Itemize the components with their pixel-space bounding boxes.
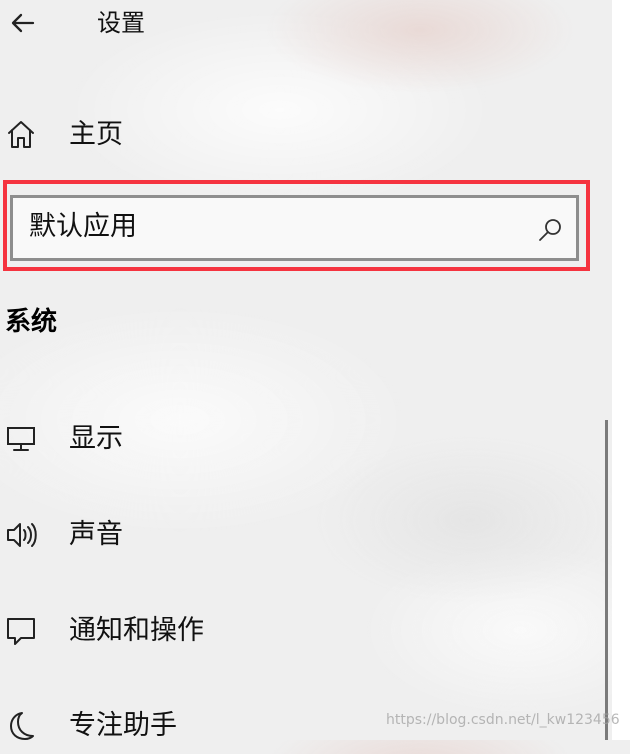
menu-item-display-label: 显示 bbox=[69, 423, 123, 454]
title-bar: 设置 bbox=[0, 0, 600, 48]
section-title-system: 系统 bbox=[5, 307, 58, 337]
menu-item-notifications[interactable]: 通知和操作 bbox=[0, 603, 600, 659]
menu-item-sound[interactable]: 声音 bbox=[0, 507, 600, 563]
app-title: 设置 bbox=[97, 9, 145, 37]
search-icon[interactable] bbox=[537, 217, 563, 243]
nav-home-label: 主页 bbox=[69, 119, 123, 150]
menu-item-sound-label: 声音 bbox=[69, 519, 123, 550]
back-arrow-icon bbox=[9, 9, 37, 37]
home-icon bbox=[4, 118, 38, 152]
right-edge-panel bbox=[612, 0, 630, 740]
back-button[interactable] bbox=[6, 6, 40, 40]
nav-home[interactable]: 主页 bbox=[0, 107, 600, 163]
menu-item-focus-assist-label: 专注助手 bbox=[69, 710, 177, 741]
moon-icon bbox=[4, 709, 38, 743]
menu-item-notifications-label: 通知和操作 bbox=[69, 615, 204, 646]
monitor-icon bbox=[4, 422, 38, 456]
watermark-text: https://blog.csdn.net/l_kw123456 bbox=[386, 712, 620, 728]
notification-icon bbox=[4, 614, 38, 648]
scrollbar[interactable] bbox=[605, 420, 608, 740]
menu-item-display[interactable]: 显示 bbox=[0, 411, 600, 467]
search-input[interactable]: 默认应用 bbox=[10, 195, 579, 261]
search-input-value: 默认应用 bbox=[29, 211, 137, 242]
speaker-icon bbox=[4, 518, 38, 552]
